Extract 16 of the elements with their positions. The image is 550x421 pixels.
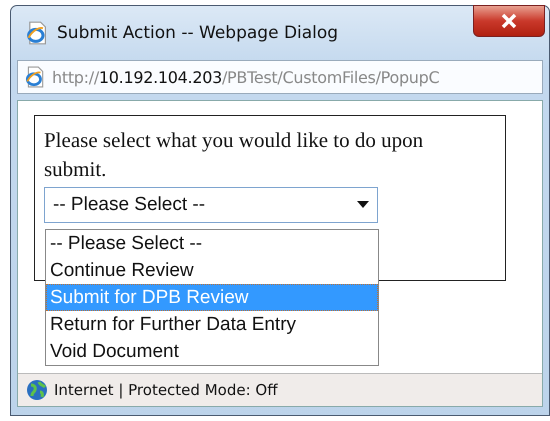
action-dropdown[interactable]: -- Please Select -- [44,187,378,223]
status-text: Internet | Protected Mode: Off [54,381,278,399]
close-icon [499,13,519,29]
dropdown-option[interactable]: Return for Further Data Entry [46,311,378,338]
browser-page-icon [24,66,46,88]
address-field[interactable]: http://10.192.104.203/PBTest/CustomFiles/PopupC [17,60,543,94]
dropdown-option[interactable]: Void Document [46,338,378,365]
globe-icon [26,379,48,401]
dropdown-option[interactable]: -- Please Select -- [46,230,378,257]
url-text: http://10.192.104.203/PBTest/CustomFiles/PopupC [52,68,440,86]
caret-icon [357,201,369,209]
window-title: Submit Action -- Webpage Dialog [57,23,338,43]
close-button[interactable] [473,5,545,37]
dropdown-option[interactable]: Continue Review [46,257,378,284]
prompt-text: Please select what you would like to do upon submit. [44,127,424,183]
browser-page-icon [25,21,49,45]
